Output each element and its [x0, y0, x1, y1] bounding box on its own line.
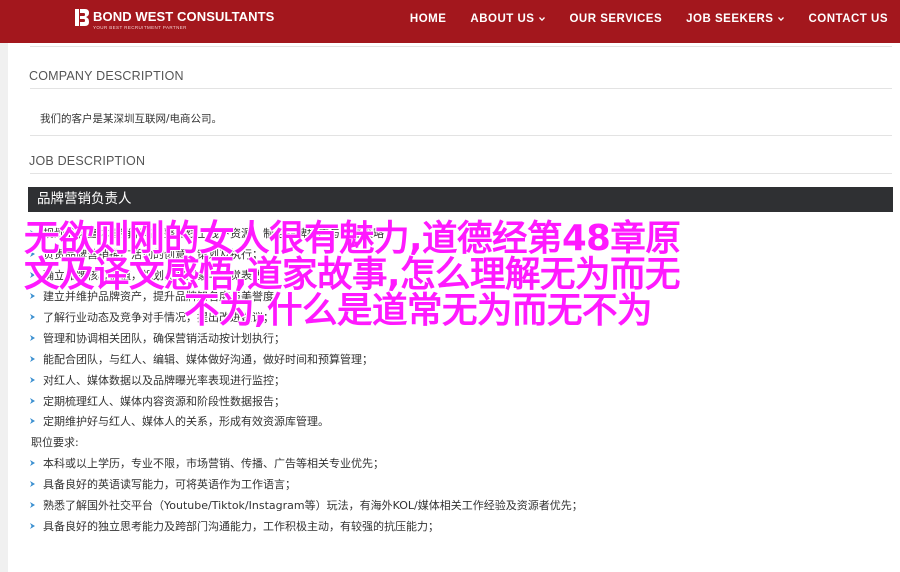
- arrow-right-icon: [30, 251, 35, 258]
- nav-job-seekers-label: JOB SEEKERS: [686, 12, 774, 25]
- arrow-right-icon: [30, 230, 35, 237]
- top-navbar: BOND WEST CONSULTANTS YOUR BEST RECRUITM…: [0, 0, 900, 43]
- arrow-right-icon: [30, 272, 35, 279]
- list-item: 对红人、媒体数据以及品牌曝光率表现进行监控；: [29, 369, 829, 390]
- arrow-right-icon: [30, 418, 35, 425]
- list-item: 负责品牌营销推广活动的创意、策划及执行；: [29, 244, 829, 265]
- nav-home[interactable]: HOME: [398, 13, 459, 25]
- list-item: 本科或以上学历，专业不限，市场营销、传播、广告等相关专业优先；: [29, 453, 829, 474]
- arrow-right-icon: [30, 293, 35, 300]
- arrow-right-icon: [30, 502, 35, 509]
- list-item: 具备良好的独立思考能力及跨部门沟通能力，工作积极主动，有较强的抗压能力；: [29, 515, 829, 536]
- chevron-down-icon: [539, 16, 546, 21]
- arrow-right-icon: [30, 314, 35, 320]
- role-title-bar: 品牌营销负责人: [28, 187, 893, 212]
- arrow-right-icon: [30, 522, 35, 529]
- nav-home-label: HOME: [409, 12, 447, 25]
- arrow-right-icon: [30, 481, 35, 488]
- list-item: 管理和协调相关团队，确保营销活动按计划执行；: [29, 327, 829, 348]
- list-item: 建立并维护品牌资产，提升品牌知名度与美誉度；: [29, 286, 829, 307]
- list-item: 确立品牌核心价值，规划品牌形象与视觉表达；: [29, 265, 829, 286]
- list-item: 熟悉了解国外社交平台（Youtube/Tiktok/Instagram等）玩法，…: [29, 495, 829, 516]
- job-detail-page: COMPANY DESCRIPTION 我们的客户是某深圳互联网/电商公司。 J…: [8, 43, 900, 572]
- arrow-right-icon: [30, 355, 35, 362]
- arrow-right-icon: [30, 334, 35, 341]
- divider: [30, 46, 892, 47]
- list-item: 具备良好的英语读写能力，可将英语作为工作语言；: [29, 474, 829, 495]
- divider: [30, 88, 892, 89]
- brand-name: BOND WEST CONSULTANTS: [93, 9, 275, 24]
- company-description-title: COMPANY DESCRIPTION: [29, 69, 184, 83]
- nav-our-services[interactable]: OUR SERVICES: [557, 13, 674, 25]
- nav-about-us[interactable]: ABOUT US: [458, 13, 557, 25]
- divider: [30, 135, 892, 136]
- chevron-down-icon: [778, 16, 785, 21]
- arrow-right-icon: [30, 460, 35, 467]
- job-details-list: 规划品牌整体营销策略，整合线上线下资源，制定品牌推广与传播策略； 负责品牌营销推…: [29, 223, 829, 536]
- main-nav: HOME ABOUT US OUR SERVICES JOB SEEKERS C…: [398, 0, 900, 37]
- divider: [30, 173, 892, 174]
- requirements-heading: 职位要求:: [31, 436, 79, 450]
- arrow-right-icon: [30, 376, 35, 383]
- arrow-right-icon: [30, 397, 35, 404]
- company-description-text: 我们的客户是某深圳互联网/电商公司。: [40, 113, 223, 125]
- brand-tagline: YOUR BEST RECRUITMENT PARTNER: [93, 25, 187, 30]
- brand-logo[interactable]: BOND WEST CONSULTANTS YOUR BEST RECRUITM…: [75, 9, 274, 31]
- list-item: 规划品牌整体营销策略，整合线上线下资源，制定品牌推广与传播策略；: [29, 223, 829, 244]
- nav-job-seekers[interactable]: JOB SEEKERS: [674, 13, 796, 25]
- list-item: 了解行业动态及竞争对手情况，提出改进建议；: [29, 307, 829, 328]
- list-item: 定期维护好与红人、媒体人的关系，形成有效资源库管理。: [29, 411, 829, 432]
- list-item: 定期梳理红人、媒体内容资源和阶段性数据报告；: [29, 390, 829, 411]
- nav-contact-us[interactable]: CONTACT US: [796, 13, 900, 25]
- nav-contact-us-label: CONTACT US: [808, 12, 888, 25]
- list-item: 能配合团队，与红人、编辑、媒体做好沟通，做好时间和预算管理；: [29, 348, 829, 369]
- nav-our-services-label: OUR SERVICES: [569, 12, 663, 25]
- job-description-title: JOB DESCRIPTION: [29, 154, 146, 168]
- nav-about-us-label: ABOUT US: [470, 12, 535, 25]
- logo-mark-icon: [75, 9, 89, 26]
